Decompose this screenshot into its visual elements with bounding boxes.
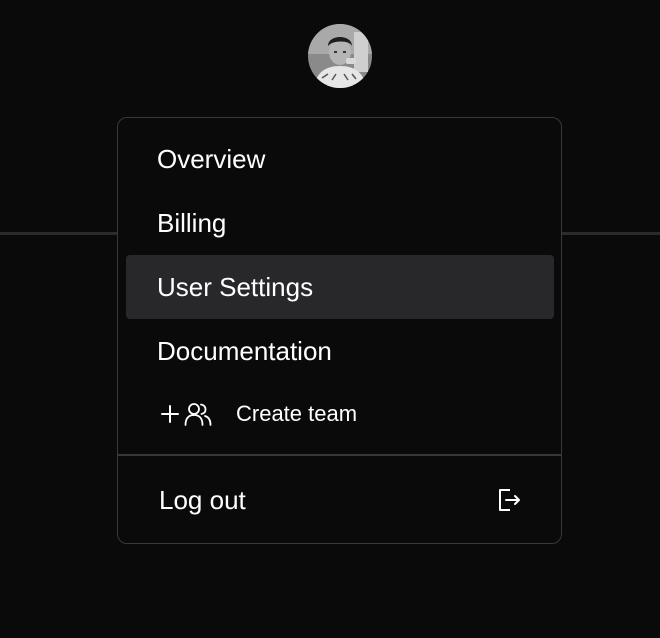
create-team-icons [160, 401, 236, 427]
menu-divider [118, 454, 561, 456]
menu-item-user-settings[interactable]: User Settings [126, 255, 554, 319]
menu-item-label: Billing [157, 207, 227, 238]
log-out-label: Log out [159, 484, 246, 515]
create-team-button[interactable]: Create team [126, 382, 554, 446]
log-out-icon [499, 489, 520, 511]
menu-item-documentation[interactable]: Documentation [126, 319, 554, 383]
account-dropdown-menu: Overview Billing User Settings Documenta… [117, 117, 562, 544]
user-avatar[interactable] [308, 24, 372, 88]
menu-item-billing[interactable]: Billing [126, 191, 554, 255]
menu-item-label: User Settings [157, 271, 314, 302]
menu-item-label: Overview [157, 143, 266, 174]
log-out-button[interactable]: Log out [126, 468, 554, 532]
user-avatar-icon [308, 24, 372, 88]
create-team-label: Create team [236, 401, 358, 426]
menu-item-overview[interactable]: Overview [126, 127, 554, 191]
users-icon [184, 403, 212, 426]
menu-item-label: Documentation [157, 335, 332, 366]
plus-icon [161, 405, 179, 423]
